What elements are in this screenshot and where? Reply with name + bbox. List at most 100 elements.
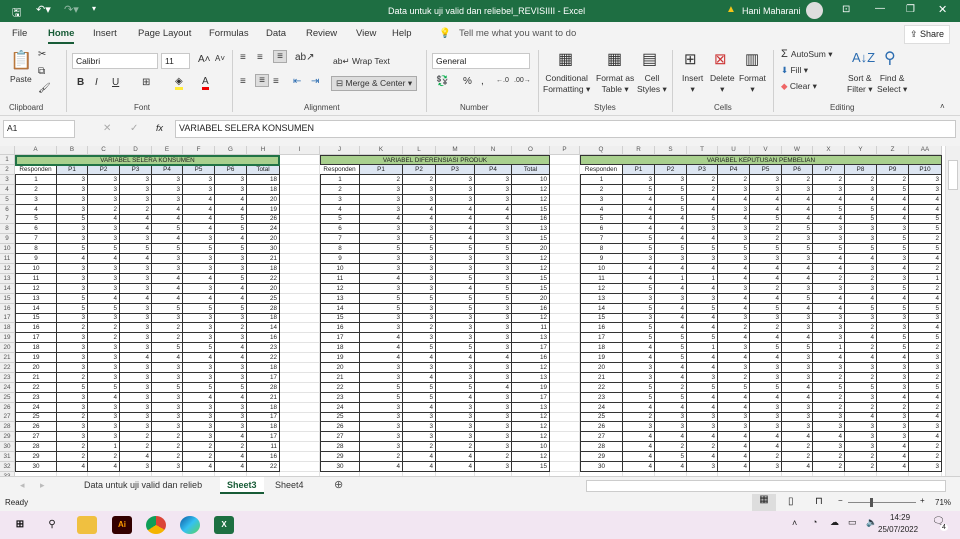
next-sheet-icon[interactable]: ▸ [40, 480, 45, 491]
score-cell[interactable]: 4 [623, 273, 655, 284]
score-cell[interactable]: 12 [512, 422, 550, 433]
score-cell[interactable]: 2 [909, 372, 942, 383]
score-cell[interactable]: 5 [877, 333, 909, 344]
score-cell[interactable]: 4 [782, 194, 813, 205]
score-cell[interactable]: 2 [360, 174, 403, 185]
score-cell[interactable]: 3 [120, 263, 152, 274]
score-cell[interactable]: 3 [436, 402, 475, 413]
score-cell[interactable]: 2 [813, 372, 845, 383]
copy-icon[interactable]: ⧉ [38, 66, 45, 77]
score-cell[interactable]: 5 [623, 244, 655, 255]
score-cell[interactable]: 5 [687, 333, 718, 344]
score-cell[interactable]: 2 [750, 452, 782, 462]
score-cell[interactable]: 2 [750, 323, 782, 334]
score-cell[interactable]: 3 [623, 174, 655, 185]
column-label[interactable]: P2 [403, 164, 436, 175]
score-cell[interactable]: 4 [687, 283, 718, 294]
respondent-cell[interactable]: 2 [320, 184, 360, 195]
score-cell[interactable]: 3 [152, 174, 183, 185]
score-cell[interactable]: 3 [436, 362, 475, 373]
respondent-cell[interactable]: 1 [580, 174, 623, 185]
score-cell[interactable]: 4 [687, 392, 718, 403]
excel-icon[interactable]: X [214, 516, 234, 534]
score-cell[interactable]: 21 [247, 254, 280, 264]
score-cell[interactable]: 5 [88, 382, 120, 393]
score-cell[interactable]: 13 [512, 372, 550, 383]
score-cell[interactable]: 4 [183, 392, 215, 403]
respondent-cell[interactable]: 18 [15, 343, 57, 354]
score-cell[interactable]: 3 [475, 194, 512, 205]
score-cell[interactable]: 4 [655, 283, 687, 294]
row-header[interactable]: 5 [0, 194, 15, 205]
score-cell[interactable]: 3 [152, 254, 183, 264]
score-cell[interactable]: 3 [88, 174, 120, 185]
score-cell[interactable]: 3 [57, 362, 88, 373]
score-cell[interactable]: 3 [718, 283, 750, 294]
conditional-formatting-icon[interactable]: ▦ [558, 49, 573, 69]
percent-button[interactable]: % [463, 76, 472, 87]
score-cell[interactable]: 4 [687, 313, 718, 324]
column-header-i[interactable]: I [280, 146, 320, 155]
score-cell[interactable]: 12 [512, 362, 550, 373]
score-cell[interactable]: 2 [909, 402, 942, 413]
score-cell[interactable]: 3 [877, 372, 909, 383]
tab-view[interactable]: View [356, 28, 376, 39]
score-cell[interactable]: 3 [782, 353, 813, 363]
file-explorer-icon[interactable] [77, 516, 97, 534]
score-cell[interactable]: 13 [512, 402, 550, 413]
score-cell[interactable]: 4 [403, 402, 436, 413]
prev-sheet-icon[interactable]: ◂ [20, 480, 25, 491]
score-cell[interactable]: 3 [623, 362, 655, 373]
score-cell[interactable]: 3 [88, 402, 120, 413]
respondent-cell[interactable]: 30 [320, 461, 360, 472]
respondent-cell[interactable]: 1 [320, 174, 360, 185]
score-cell[interactable]: 3 [88, 234, 120, 245]
score-cell[interactable]: 5 [152, 303, 183, 314]
empty-cell[interactable] [280, 164, 320, 175]
score-cell[interactable]: 4 [909, 194, 942, 205]
font-name-select[interactable]: Calibri [72, 53, 158, 69]
network-icon[interactable]: ◔ [812, 517, 817, 527]
score-cell[interactable]: 3 [120, 422, 152, 433]
column-label[interactable]: P1 [57, 164, 88, 175]
score-cell[interactable]: 3 [88, 273, 120, 284]
score-cell[interactable]: 3 [475, 323, 512, 334]
score-cell[interactable]: 3 [475, 224, 512, 235]
score-cell[interactable]: 4 [687, 353, 718, 363]
score-cell[interactable]: 5 [782, 244, 813, 255]
vertical-scroll-thumb[interactable] [948, 160, 958, 190]
score-cell[interactable]: 2 [782, 174, 813, 185]
tab-page-layout[interactable]: Page Layout [138, 28, 191, 39]
score-cell[interactable]: 4 [360, 461, 403, 472]
accounting-format-icon[interactable]: 💱 [436, 76, 448, 87]
empty-cell[interactable] [280, 412, 320, 423]
score-cell[interactable]: 3 [152, 372, 183, 383]
underline-icon[interactable]: U [112, 77, 119, 88]
respondent-cell[interactable]: 28 [15, 442, 57, 453]
empty-cell[interactable] [280, 461, 320, 472]
column-header-y[interactable]: Y [845, 146, 877, 155]
score-cell[interactable]: 4 [623, 194, 655, 205]
score-cell[interactable]: 4 [718, 392, 750, 403]
score-cell[interactable]: 3 [88, 432, 120, 443]
empty-cell[interactable] [550, 333, 580, 344]
respondent-cell[interactable]: 23 [15, 392, 57, 403]
score-cell[interactable]: 4 [655, 461, 687, 472]
empty-cell[interactable] [550, 442, 580, 453]
empty-cell[interactable] [550, 293, 580, 304]
score-cell[interactable]: 5 [360, 392, 403, 403]
score-cell[interactable]: 4 [655, 372, 687, 383]
score-cell[interactable]: 28 [247, 382, 280, 393]
respondent-cell[interactable]: 11 [15, 273, 57, 284]
score-cell[interactable]: 3 [360, 224, 403, 235]
score-cell[interactable]: 3 [436, 194, 475, 205]
score-cell[interactable]: 5 [183, 303, 215, 314]
format-button[interactable]: Format ▾ [739, 73, 766, 95]
score-cell[interactable]: 4 [120, 254, 152, 264]
column-header-x[interactable]: X [813, 146, 845, 155]
close-icon[interactable]: ✕ [938, 3, 947, 16]
score-cell[interactable]: 3 [436, 412, 475, 423]
tab-home[interactable]: Home [48, 28, 75, 44]
score-cell[interactable]: 19 [247, 204, 280, 215]
score-cell[interactable]: 5 [877, 234, 909, 245]
